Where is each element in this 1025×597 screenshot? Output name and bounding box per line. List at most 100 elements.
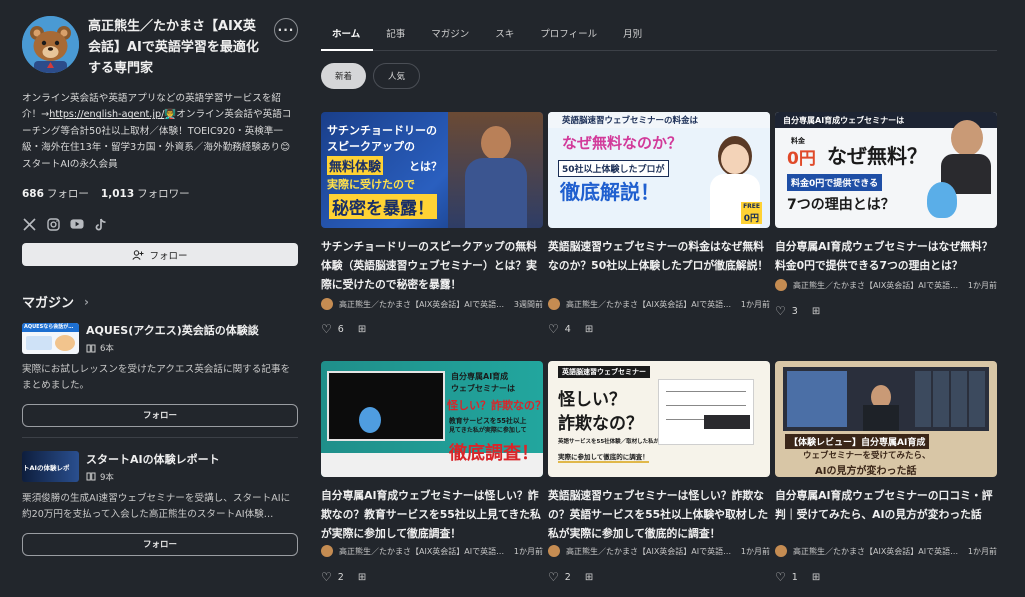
article-thumbnail[interactable]: 【体験レビュー】自分専属AI育成 ウェブセミナーを受けてみたら、 AIの見方が変…: [775, 361, 997, 477]
like-count: 4: [564, 323, 571, 335]
add-to-magazine-icon[interactable]: ⊞: [812, 306, 820, 317]
like-heart-icon[interactable]: ♡: [321, 322, 332, 336]
author-name[interactable]: 高正熊生／たかまさ【AIX英会話】AIで英語学習を最適化する専門家: [793, 280, 962, 291]
author-avatar[interactable]: [321, 298, 333, 310]
magazine-item-header[interactable]: AQUESなら会話が… AQUES(アクエス)英会話の体験談 6本: [22, 322, 298, 354]
author-avatar[interactable]: [775, 279, 787, 291]
add-to-magazine-icon[interactable]: ⊞: [585, 324, 593, 335]
thumb-text-line-1: サチンチョードリーの: [327, 124, 437, 137]
magazine-item: AQUESなら会話が… AQUES(アクエス)英会話の体験談 6本 実際にお試し…: [22, 322, 298, 427]
filter-popular-chip[interactable]: 人気: [373, 63, 421, 89]
author-name[interactable]: 高正熊生／たかまさ【AIX英会話】AIで英語学習を最適化する専門家: [793, 546, 962, 557]
thumb-text-line-2: ウェブセミナーは: [451, 384, 515, 393]
thumb-text-line-4: 教育サービスを55社以上: [449, 417, 527, 425]
avatar[interactable]: [22, 16, 79, 73]
article-title[interactable]: 英語脳速習ウェブセミナーの料金はなぜ無料なのか？50社以上体験したプロが徹底解説…: [548, 237, 770, 275]
thumb-text-line-3: AIの見方が変わった話: [815, 466, 917, 477]
sort-filters: 新着 人気: [321, 63, 997, 89]
follow-button[interactable]: フォロー: [22, 243, 298, 267]
author-avatar[interactable]: [321, 545, 333, 557]
thumb-text-line-1: 自分専属AI育成: [451, 372, 509, 381]
magazine-description: 実際にお試しレッスンを受けたアクエス英会話に関する記事をまとめました。: [22, 364, 291, 392]
publish-time: 3週間前: [513, 299, 543, 309]
article-card[interactable]: 自分専属AI育成ウェブセミナーは 料金 0円 なぜ無料？ 料金0円で提供できる …: [775, 112, 997, 318]
article-title[interactable]: 英語脳速習ウェブセミナーは怪しい？詐欺なの？英語サービスを55社以上体験や取材し…: [548, 486, 770, 543]
tiktok-icon[interactable]: [94, 217, 108, 231]
follow-button-label: フォロー: [149, 250, 188, 262]
article-title[interactable]: 自分専属AI育成ウェブセミナーはなぜ無料？料金0円で提供できる7つの理由とは？: [775, 237, 997, 275]
article-card[interactable]: 自分専属AI育成 ウェブセミナーは 怪しい？詐欺なの？ 教育サービスを55社以上…: [321, 361, 543, 584]
article-card[interactable]: 英語脳速習ウェブセミナーの料金は なぜ無料なのか？ 50社以上体験したプロが 徹…: [548, 112, 770, 336]
thumb-text-line-1: 【体験レビュー】自分専属AI育成: [785, 434, 930, 449]
like-heart-icon[interactable]: ♡: [548, 570, 559, 584]
bio-link[interactable]: https://english-agent.jp/: [49, 109, 164, 120]
add-to-magazine-icon[interactable]: ⊞: [585, 572, 593, 583]
article-card[interactable]: 英語脳速習ウェブセミナー 怪しい？ 詐欺なの？ 英語サービスを55社体験／取材し…: [548, 361, 770, 584]
profile-tabs: ホーム 記事 マガジン スキ プロフィール 月別: [321, 0, 997, 51]
magazine-title[interactable]: スタートAIの体験レポート: [86, 451, 220, 467]
tab-monthly[interactable]: 月別: [610, 26, 655, 50]
author-name[interactable]: 高正熊生／たかまさ【AIX英会話】AIで英語学習を最適化する専門家: [339, 299, 508, 310]
author-name[interactable]: 高正熊生／たかまさ【AIX英会話】AIで英語学習を最適化する専門家: [566, 299, 735, 310]
followers-stat[interactable]: 1,013 フォロワー: [101, 186, 190, 201]
author-name[interactable]: 高正熊生／たかまさ【AIX英会話】AIで英語学習を最適化する専門家: [566, 546, 735, 557]
following-stat[interactable]: 686 フォロー: [22, 186, 89, 201]
chevron-right-icon: ›: [84, 294, 89, 309]
magazine-item: トAIの体験レポ スタートAIの体験レポート 9本 栗須俊勝の生成AI速習ウェブ…: [22, 451, 298, 556]
article-card[interactable]: サチンチョードリーの スピークアップの 無料体験 とは？ 実際に受けたので 秘密…: [321, 112, 543, 336]
filter-newest-chip[interactable]: 新着: [321, 63, 367, 89]
article-title[interactable]: 自分専属AI育成ウェブセミナーは怪しい？詐欺なの？教育サービスを55社以上見てき…: [321, 486, 543, 543]
article-title[interactable]: 自分専属AI育成ウェブセミナーの口コミ・評判｜受けてみたら、AIの見方が変わった…: [775, 486, 997, 524]
magazine-section-heading[interactable]: マガジン ›: [22, 292, 298, 312]
article-thumbnail[interactable]: 自分専属AI育成 ウェブセミナーは 怪しい？詐欺なの？ 教育サービスを55社以上…: [321, 361, 543, 477]
like-count: 6: [337, 323, 344, 335]
article-thumbnail[interactable]: サチンチョードリーの スピークアップの 無料体験 とは？ 実際に受けたので 秘密…: [321, 112, 543, 228]
article-thumbnail[interactable]: 英語脳速習ウェブセミナーの料金は なぜ無料なのか？ 50社以上体験したプロが 徹…: [548, 112, 770, 228]
magazine-thumbnail[interactable]: AQUESなら会話が…: [22, 322, 79, 354]
author-avatar[interactable]: [548, 545, 560, 557]
tab-likes[interactable]: スキ: [482, 26, 527, 50]
magazine-thumbnail[interactable]: トAIの体験レポ: [22, 451, 79, 483]
thumb-text-line-6: 0円: [787, 149, 816, 169]
like-count: 2: [564, 571, 571, 583]
publish-time: 1か月前: [967, 546, 997, 556]
add-to-magazine-icon[interactable]: ⊞: [358, 324, 366, 335]
article-card[interactable]: 【体験レビュー】自分専属AI育成 ウェブセミナーを受けてみたら、 AIの見方が変…: [775, 361, 997, 584]
tab-magazines[interactable]: マガジン: [418, 26, 482, 50]
publish-time: 1か月前: [740, 299, 770, 309]
magazine-item-header[interactable]: トAIの体験レポ スタートAIの体験レポート 9本: [22, 451, 298, 483]
article-title[interactable]: サチンチョードリーのスピークアップの無料体験（英語脳速習ウェブセミナー）とは？実…: [321, 237, 543, 294]
like-heart-icon[interactable]: ♡: [321, 570, 332, 584]
x-icon[interactable]: [22, 217, 36, 231]
book-icon: [86, 344, 96, 353]
article-actions: ♡ 3 ⊞: [775, 304, 820, 318]
tab-profile[interactable]: プロフィール: [527, 26, 610, 50]
magazine-thumbnail-text: トAIの体験レポ: [23, 464, 70, 473]
tab-home[interactable]: ホーム: [321, 26, 374, 51]
profile-name[interactable]: 高正熊生／たかまさ【AIX英会話】AIで英語学習を最適化する専門家: [88, 16, 268, 79]
article-thumbnail[interactable]: 自分専属AI育成ウェブセミナーは 料金 0円 なぜ無料？ 料金0円で提供できる …: [775, 112, 997, 228]
add-to-magazine-icon[interactable]: ⊞: [812, 572, 820, 583]
more-options-button[interactable]: ···: [274, 18, 298, 42]
instagram-icon[interactable]: [46, 217, 60, 231]
magazine-description: 栗須俊勝の生成AI速習ウェブセミナーを受講し、スタートAIに約20万円を支払って…: [22, 492, 291, 521]
magazine-title[interactable]: AQUES(アクエス)英会話の体験談: [86, 322, 259, 338]
author-avatar[interactable]: [775, 545, 787, 557]
thumb-text-line-5: 見てきた私が実際に参加して: [449, 427, 527, 434]
article-actions: ♡ 4 ⊞: [548, 322, 593, 336]
tab-articles[interactable]: 記事: [373, 26, 418, 50]
like-heart-icon[interactable]: ♡: [548, 322, 559, 336]
magazine-follow-button[interactable]: フォロー: [22, 532, 298, 556]
author-name[interactable]: 高正熊生／たかまさ【AIX英会話】AIで英語学習を最適化する専門家: [339, 546, 508, 557]
add-to-magazine-icon[interactable]: ⊞: [358, 572, 366, 583]
article-thumbnail[interactable]: 英語脳速習ウェブセミナー 怪しい？ 詐欺なの？ 英語サービスを55社体験／取材し…: [548, 361, 770, 477]
thumb-text-line-4: 7つの理由とは？: [787, 197, 895, 213]
magazine-follow-button[interactable]: フォロー: [22, 403, 298, 427]
thumb-text-line-6: 秘密を暴露！: [329, 194, 437, 219]
like-heart-icon[interactable]: ♡: [775, 570, 786, 584]
like-heart-icon[interactable]: ♡: [775, 304, 786, 318]
like-count: 3: [791, 305, 798, 317]
author-avatar[interactable]: [548, 298, 560, 310]
youtube-icon[interactable]: [70, 217, 84, 231]
follow-stats: 686 フォロー 1,013 フォロワー: [22, 186, 298, 201]
